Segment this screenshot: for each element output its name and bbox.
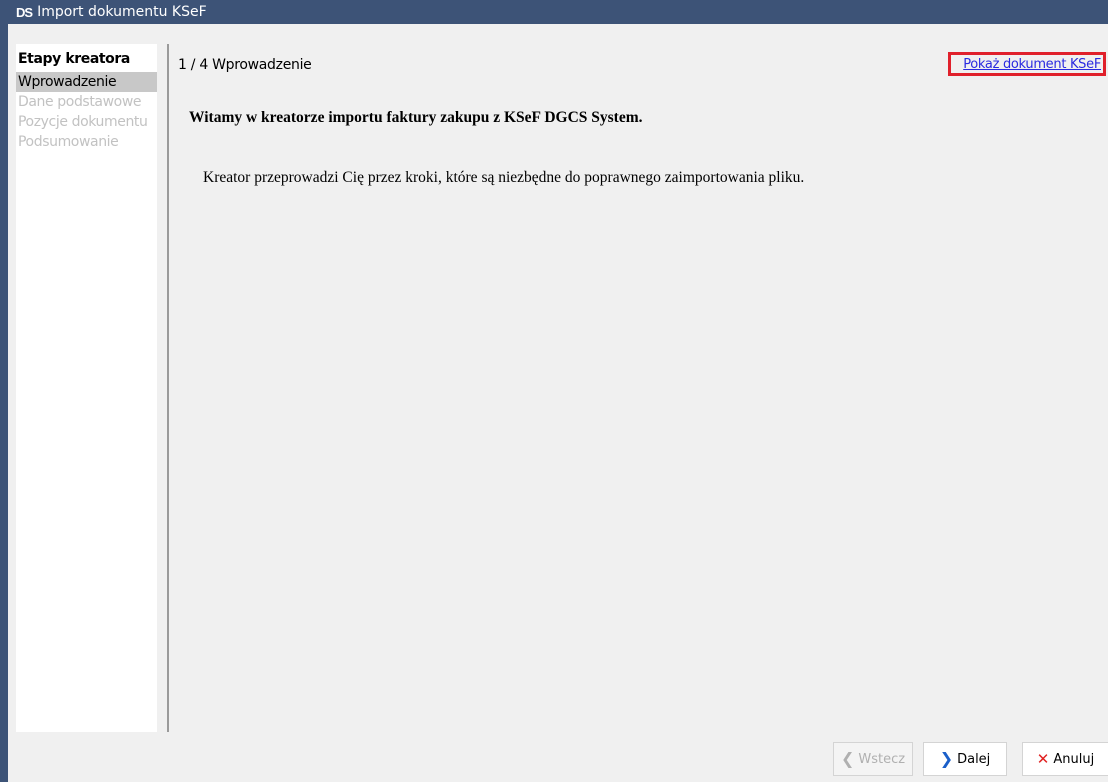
app-logo-icon: DS (16, 4, 33, 20)
show-ksef-document-label: Pokaż dokument KSeF (963, 56, 1101, 72)
step-item-pozycje-dokumentu: Pozycje dokumentu (18, 114, 148, 130)
step-item-podsumowanie: Podsumowanie (18, 134, 119, 150)
cancel-button-label: Anuluj (1053, 751, 1095, 767)
window-frame-left (0, 24, 8, 782)
window-title: Import dokumentu KSeF (37, 4, 207, 20)
next-button[interactable]: ❯ Dalej (923, 742, 1007, 776)
intro-text: Kreator przeprowadzi Cię przez kroki, kt… (203, 169, 805, 186)
sidebar-gutter (157, 44, 167, 732)
window-titlebar: DS Import dokumentu KSeF (0, 0, 1108, 24)
main-content-panel (169, 44, 1108, 732)
back-button-label: Wstecz (858, 751, 906, 767)
back-button[interactable]: ❮ Wstecz (833, 742, 913, 776)
step-item-dane-podstawowe: Dane podstawowe (18, 94, 142, 110)
chevron-right-icon: ❯ (939, 749, 954, 768)
step-item-wprowadzenie[interactable]: Wprowadzenie (16, 72, 157, 92)
chevron-left-icon: ❮ (840, 749, 855, 768)
wizard-steps-title: Etapy kreatora (18, 51, 130, 67)
close-icon: ✕ (1036, 749, 1050, 768)
welcome-heading: Witamy w kreatorze importu faktury zakup… (189, 109, 643, 126)
show-ksef-document-link[interactable]: Pokaż dokument KSeF (948, 52, 1106, 76)
step-header: 1 / 4 Wprowadzenie (178, 57, 312, 73)
next-button-label: Dalej (957, 751, 991, 767)
cancel-button[interactable]: ✕ Anuluj (1022, 742, 1108, 776)
